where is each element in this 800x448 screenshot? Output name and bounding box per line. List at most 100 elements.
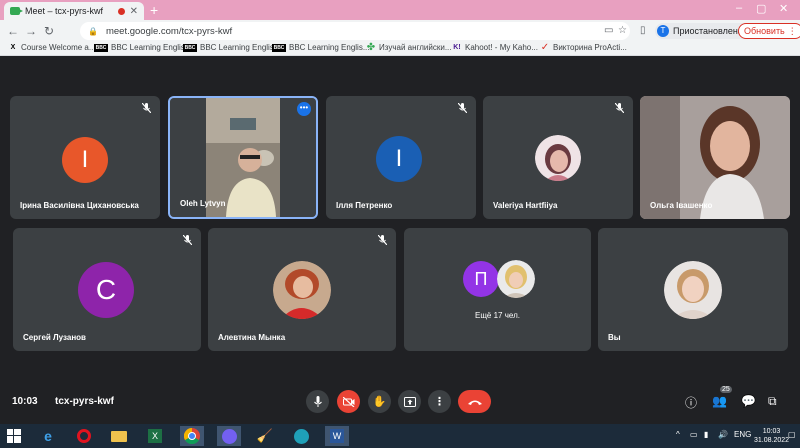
activities-icon[interactable]: ⧉ xyxy=(768,394,777,409)
tray-overflow-icon[interactable]: ^ xyxy=(676,430,680,439)
clock-time: 10:03 xyxy=(762,428,781,435)
bookmark-label: BBC Learning Englis... xyxy=(289,43,370,52)
taskbar-ie[interactable]: e xyxy=(36,426,60,446)
sidepanel-icon[interactable]: ▯ xyxy=(640,25,646,36)
present-button[interactable] xyxy=(398,390,421,413)
participant-tile[interactable]: Valeriya Hartfiiya xyxy=(483,96,633,219)
bookmarks-bar: X Course Welcome a... BBC BBC Learning Eng… xyxy=(0,42,800,56)
browser-toolbar: ← → ↻ 🔒 meet.google.com/tcx-pyrs-kwf ▭ ☆… xyxy=(0,20,800,42)
participant-tile[interactable]: Ольга Івашенко xyxy=(640,96,790,219)
star-icon[interactable]: ☆ xyxy=(618,25,627,36)
recording-icon xyxy=(117,7,125,15)
meet-icon xyxy=(10,7,23,15)
check-icon: ✓ xyxy=(540,41,550,53)
leave-call-button[interactable] xyxy=(458,390,491,413)
participant-tile-active[interactable]: ••• Oleh Lytvyn xyxy=(168,96,318,219)
chrome-icon xyxy=(184,428,200,444)
maximize-icon[interactable]: ▢ xyxy=(756,2,766,15)
reload-icon[interactable]: ↻ xyxy=(40,24,58,38)
mic-off-icon xyxy=(376,234,388,246)
taskbar-viber[interactable] xyxy=(217,426,241,446)
more-options-button[interactable]: ⋮ xyxy=(428,390,451,413)
tab-title: Meet – tcx-pyrs-kwf xyxy=(25,6,104,16)
profile-button[interactable]: T Приостановлена xyxy=(655,23,749,39)
tab-meet[interactable]: Meet – tcx-pyrs-kwf ✕ xyxy=(4,2,144,20)
new-tab-icon[interactable]: + xyxy=(150,2,158,18)
self-tile[interactable]: Вы xyxy=(598,228,788,351)
microphone-button[interactable] xyxy=(306,390,329,413)
bookmark-item[interactable]: BBC BBC Learning Englis... xyxy=(183,43,281,52)
meeting-code: tcx-pyrs-kwf xyxy=(55,396,114,407)
more-participants-tile[interactable]: П Ещё 17 чел. xyxy=(404,228,591,351)
forward-icon[interactable]: → xyxy=(22,24,40,38)
bookmark-item[interactable]: BBC BBC Learning Englis... xyxy=(94,43,192,52)
bbc-icon: BBC xyxy=(272,43,286,52)
info-icon[interactable]: ⓘ xyxy=(685,394,697,411)
network-icon[interactable]: ▭ xyxy=(690,430,698,439)
bookmark-label: Course Welcome a... xyxy=(21,43,96,52)
edge-icon xyxy=(293,428,309,444)
word-icon: W xyxy=(330,429,344,443)
participant-name: Вы xyxy=(608,333,621,342)
participant-tile[interactable]: І Ілля Петренко xyxy=(326,96,476,219)
avatar: T xyxy=(657,25,669,37)
broom-icon: 🧹 xyxy=(256,428,274,443)
taskbar-cleaner[interactable]: 🧹 xyxy=(253,426,277,446)
camera-off-button[interactable] xyxy=(337,390,360,413)
excel-icon: X xyxy=(148,429,162,443)
taskbar-opera[interactable] xyxy=(72,426,96,446)
people-icon[interactable]: 👥 xyxy=(712,394,727,408)
url-text: meet.google.com/tcx-pyrs-kwf xyxy=(105,25,233,37)
chat-icon[interactable]: 💬 xyxy=(741,394,756,408)
notifications-icon[interactable]: ▢ xyxy=(788,430,796,439)
avatar: І xyxy=(62,137,108,183)
windows-icon xyxy=(7,429,21,443)
bbc-icon: BBC xyxy=(183,43,197,52)
taskbar-chrome[interactable] xyxy=(180,426,204,446)
present-icon xyxy=(403,396,416,407)
participant-name: Сергей Лузанов xyxy=(23,333,86,342)
participant-name: Oleh Lytvyn xyxy=(180,199,226,208)
system-clock[interactable]: 10:03 31.08.2022 xyxy=(754,427,789,445)
raise-hand-button[interactable]: ✋ xyxy=(368,390,391,413)
bookmark-item[interactable]: X Course Welcome a... xyxy=(8,43,96,52)
minimize-icon[interactable]: – xyxy=(736,2,742,14)
bookmark-label: Kahoot! - My Kaho... xyxy=(465,43,538,52)
internet-explorer-icon: e xyxy=(44,428,52,444)
bookmark-item[interactable]: ✤ Изучай английски... xyxy=(366,42,452,52)
participant-tile[interactable]: І Ірина Василівна Цихановська xyxy=(10,96,160,219)
back-icon[interactable]: ← xyxy=(4,24,22,38)
camera-permission-icon[interactable]: ▭ xyxy=(604,25,613,36)
participant-name: Алевтина Мынка xyxy=(218,333,286,342)
avatar: П xyxy=(463,261,499,297)
participant-name: Ілля Петренко xyxy=(336,201,393,210)
bookmark-item[interactable]: BBC BBC Learning Englis... xyxy=(272,43,370,52)
avatar xyxy=(535,135,581,181)
more-options-icon[interactable]: ••• xyxy=(297,102,311,116)
bookmark-label: BBC Learning Englis... xyxy=(111,43,192,52)
avatar: С xyxy=(78,262,134,318)
taskbar-edge[interactable] xyxy=(289,426,313,446)
start-button[interactable] xyxy=(2,426,26,446)
address-bar[interactable]: 🔒 meet.google.com/tcx-pyrs-kwf xyxy=(80,22,630,40)
window-close-icon[interactable]: ✕ xyxy=(779,2,788,15)
more-participants-label: Ещё 17 чел. xyxy=(475,311,520,320)
participant-tile[interactable]: Алевтина Мынка xyxy=(208,228,396,351)
mic-off-icon xyxy=(181,234,193,246)
taskbar-excel[interactable]: X xyxy=(143,426,167,446)
volume-icon[interactable]: 🔊 xyxy=(718,430,728,439)
bookmark-label: Викторина ProActi... xyxy=(553,43,627,52)
participant-tile[interactable]: С Сергей Лузанов xyxy=(13,228,201,351)
update-button[interactable]: Обновить ⋮ xyxy=(738,23,800,39)
windows-taskbar: e X 🧹 W ^ ▭ ▮ 🔊 ENG 10:03 31.08.2022 ▢ xyxy=(0,424,800,448)
close-icon[interactable]: ✕ xyxy=(130,6,138,17)
battery-icon[interactable]: ▮ xyxy=(704,430,708,439)
bookmark-item[interactable]: K! Kahoot! - My Kaho... xyxy=(452,43,538,52)
profile-label: Приостановлена xyxy=(673,26,743,36)
language-indicator[interactable]: ENG xyxy=(734,430,751,439)
taskbar-explorer[interactable] xyxy=(107,426,131,446)
bookmark-item[interactable]: ✓ Викторина ProActi... xyxy=(540,41,627,53)
taskbar-word[interactable]: W xyxy=(325,426,349,446)
kahoot-icon: K! xyxy=(453,43,461,51)
more-icon: ⋮ xyxy=(787,25,797,36)
